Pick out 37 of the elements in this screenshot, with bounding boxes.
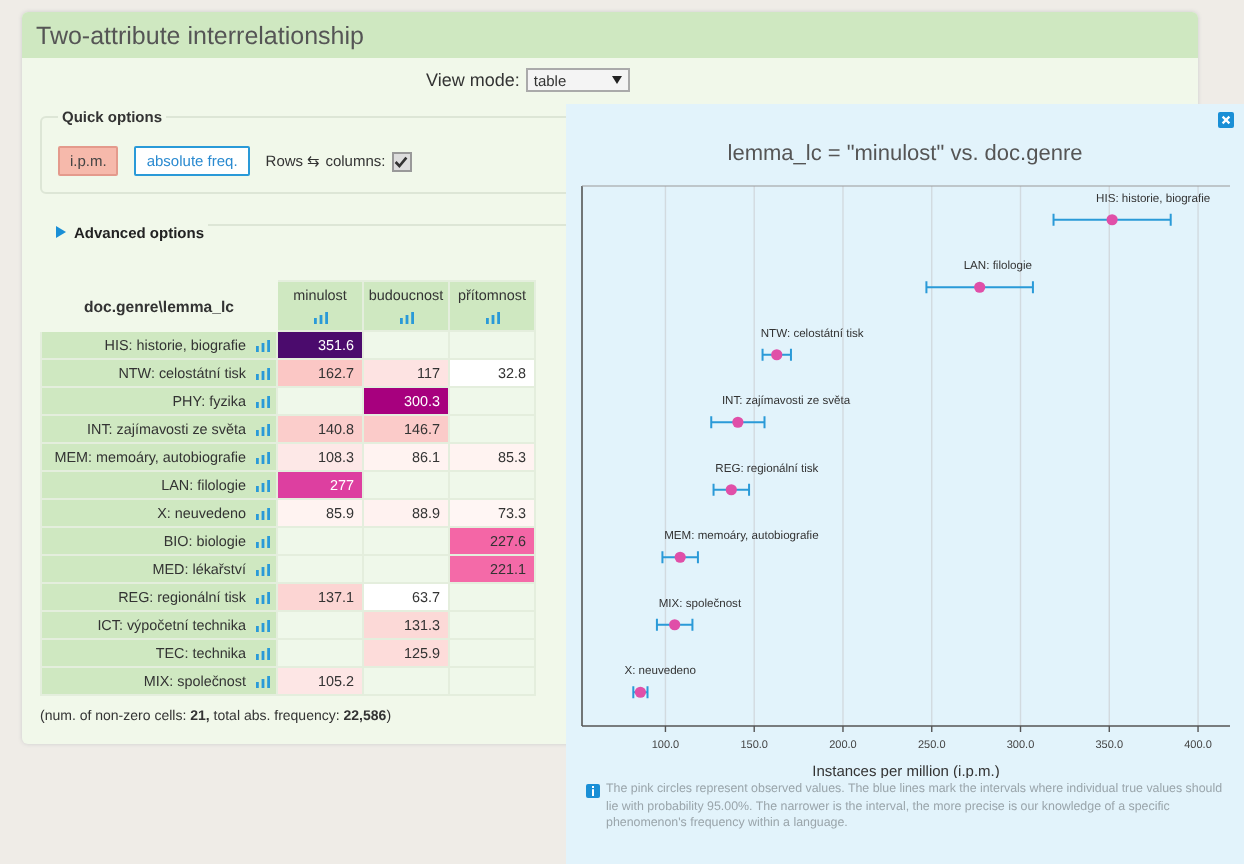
bar-chart-icon[interactable]	[256, 451, 270, 463]
swap-checkbox[interactable]	[391, 151, 412, 171]
bar-chart-icon[interactable]	[256, 535, 270, 547]
chart-title: lemma_lc = "minulost" vs. doc.genre	[725, 142, 1085, 166]
view-mode-label: View mode:	[426, 70, 520, 90]
bar-chart-icon[interactable]	[485, 312, 499, 324]
bar-chart-icon[interactable]	[256, 339, 270, 351]
bar-chart-icon[interactable]	[256, 423, 270, 435]
bar-chart-icon[interactable]	[256, 479, 270, 491]
interval-bar	[661, 550, 699, 565]
bar-chart-icon[interactable]	[256, 395, 270, 407]
close-icon[interactable]	[1218, 112, 1234, 128]
bar-chart-icon[interactable]	[399, 312, 413, 324]
observed-point	[732, 416, 744, 428]
bar-chart-icon[interactable]	[256, 675, 270, 687]
observed-point	[1106, 214, 1118, 226]
panel-title: Two-attribute interrelationship	[36, 21, 364, 49]
observed-point	[771, 349, 783, 361]
bar-chart-icon[interactable]	[256, 619, 270, 631]
interval-bar	[1052, 212, 1172, 227]
interval-bar	[925, 280, 1034, 295]
bar-chart-icon[interactable]	[256, 591, 270, 603]
caret-icon	[611, 76, 622, 84]
bar-chart-icon[interactable]	[256, 647, 270, 659]
observed-point	[674, 551, 686, 563]
interval-bar	[712, 482, 751, 497]
observed-point	[669, 619, 681, 631]
observed-point	[725, 484, 737, 496]
interval-bar	[710, 415, 766, 430]
bar-chart-icon[interactable]	[256, 507, 270, 519]
bar-chart-icon[interactable]	[313, 312, 327, 324]
observed-point	[974, 281, 986, 293]
bar-chart-icon[interactable]	[256, 367, 270, 379]
info-icon	[586, 784, 600, 798]
bar-chart-icon[interactable]	[256, 563, 270, 575]
interval-bar	[761, 347, 792, 362]
interval-bar	[655, 617, 694, 632]
